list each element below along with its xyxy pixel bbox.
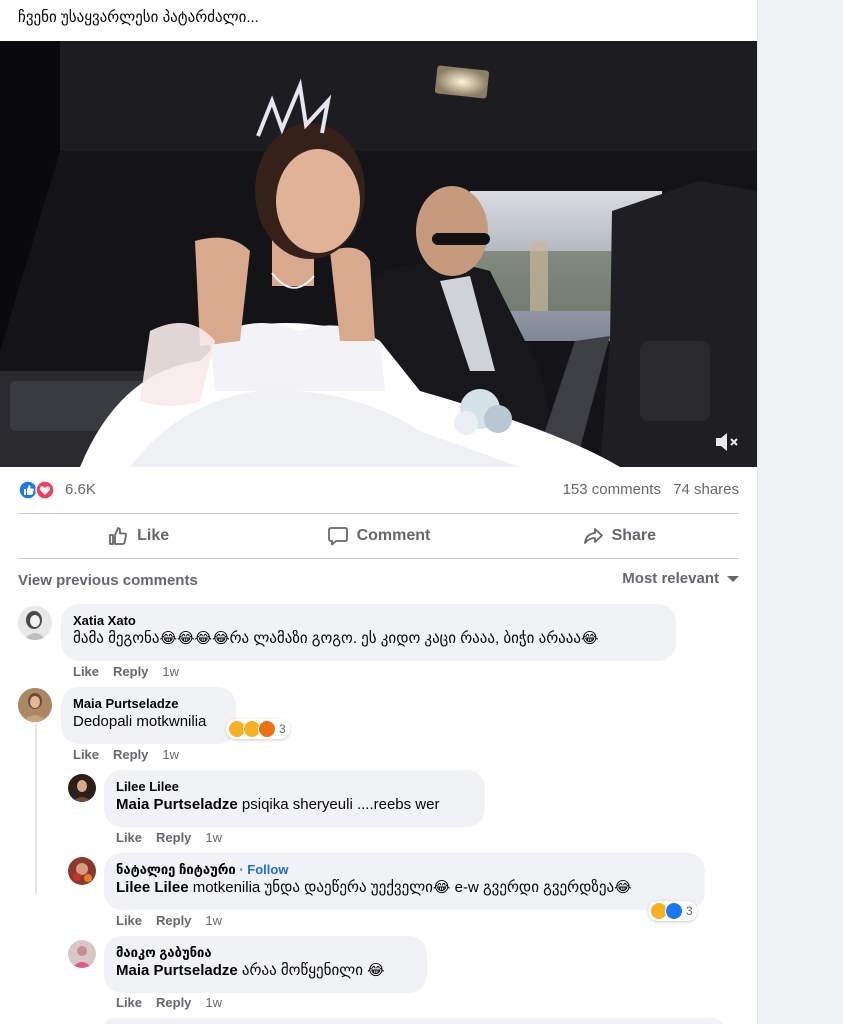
- comment-meta: Like Reply 1w: [73, 747, 193, 762]
- follow-link[interactable]: · Follow: [239, 862, 288, 877]
- avatar[interactable]: [68, 774, 96, 802]
- avatar[interactable]: [18, 688, 52, 722]
- reply-bubble: ნატალიე ჩიტაური · Follow Lilee Lilee mot…: [104, 853, 705, 910]
- reply-like-button[interactable]: Like: [116, 995, 142, 1010]
- comment-timestamp[interactable]: 1w: [162, 664, 179, 679]
- share-arrow-icon: [583, 528, 603, 544]
- reactions-count[interactable]: 6.6K: [65, 481, 96, 498]
- reply-timestamp[interactable]: 1w: [205, 913, 222, 928]
- share-button[interactable]: Share: [499, 514, 739, 558]
- profile-photo-icon: [68, 774, 96, 802]
- post-video[interactable]: [0, 41, 757, 467]
- comment-bubble: Maia Purtseladze Dedopali motkwnilia: [61, 687, 236, 744]
- reaction-count: 3: [279, 722, 286, 736]
- reply-bubble: [104, 1018, 724, 1024]
- reply-meta: Like Reply 1w: [116, 913, 236, 928]
- reply-author[interactable]: Lilee Lilee: [116, 778, 473, 795]
- sort-label: Most relevant: [622, 570, 719, 587]
- facebook-post: ჩვენი უსაყვარლესი პატარძალი... 6.6K 153 …: [0, 0, 757, 1024]
- mention-link[interactable]: Maia Purtseladze: [116, 962, 238, 979]
- speech-bubble-icon: [327, 527, 348, 546]
- reply-timestamp[interactable]: 1w: [205, 995, 222, 1010]
- profile-photo-icon: [68, 857, 96, 885]
- avatar[interactable]: [68, 857, 96, 885]
- reply-reply-button[interactable]: Reply: [156, 830, 191, 845]
- comment-text: მამა მეგონა😂😂😂😂რა ლამაზი გოგო. ეს კიდო კ…: [73, 630, 599, 647]
- avatar[interactable]: [68, 940, 96, 968]
- page-background: [757, 0, 843, 1024]
- reply-bubble: Lilee Lilee Maia Purtseladze psiqika she…: [104, 770, 485, 827]
- video-frame-illustration: [0, 41, 757, 467]
- reply-bubble: მაიკო გაბუნია Maia Purtseladze არაა მოწყ…: [104, 936, 427, 993]
- reply-meta: Like Reply 1w: [116, 995, 236, 1010]
- post-caption: ჩვენი უსაყვარლესი პატარძალი...: [18, 9, 259, 26]
- reply-like-button[interactable]: Like: [116, 913, 142, 928]
- shares-count[interactable]: 74 shares: [673, 481, 739, 498]
- mention-link[interactable]: Maia Purtseladze: [116, 796, 238, 813]
- comment-reactions[interactable]: 3: [226, 719, 290, 739]
- reply-author[interactable]: ნატალიე ჩიტაური: [116, 862, 236, 877]
- comment-like-button[interactable]: Like: [73, 664, 99, 679]
- reply-meta: Like Reply 1w: [116, 830, 236, 845]
- like-label: Like: [137, 527, 170, 544]
- comment-author[interactable]: Xatia Xato: [73, 612, 664, 629]
- reaction-icons[interactable]: [18, 480, 62, 500]
- chevron-down-icon: [727, 575, 739, 582]
- share-label: Share: [611, 527, 657, 544]
- avatar[interactable]: [18, 606, 52, 640]
- comments-count[interactable]: 153 comments: [563, 481, 661, 498]
- reply-text: არაა მოწყენილი 😂: [241, 962, 385, 979]
- reply-reply-button[interactable]: Reply: [156, 995, 191, 1010]
- comment-timestamp[interactable]: 1w: [162, 747, 179, 762]
- thumbs-up-icon: [109, 527, 128, 545]
- profile-photo-icon: [18, 688, 52, 722]
- reaction-count: 3: [686, 904, 693, 918]
- comment-meta: Like Reply 1w: [73, 664, 193, 679]
- mute-button[interactable]: [713, 429, 741, 455]
- reply-text: psiqika sheryeuli ....reebs wer: [241, 796, 440, 813]
- thread-line: [35, 724, 37, 894]
- reply-reply-button[interactable]: Reply: [156, 913, 191, 928]
- like-button[interactable]: Like: [18, 514, 258, 558]
- comment-button[interactable]: Comment: [258, 514, 498, 558]
- profile-photo-icon: [18, 606, 52, 640]
- post-actions: Like Comment Share: [18, 514, 739, 558]
- comment-reply-button[interactable]: Reply: [113, 664, 148, 679]
- reply-like-button[interactable]: Like: [116, 830, 142, 845]
- angry-reaction-icon: [258, 720, 276, 738]
- divider: [18, 558, 739, 559]
- reply-timestamp[interactable]: 1w: [205, 830, 222, 845]
- comment-text: Dedopali motkwnilia: [73, 713, 207, 730]
- reply-author[interactable]: მაიკო გაბუნია: [116, 944, 415, 961]
- reply-reactions[interactable]: 3: [648, 901, 697, 921]
- comment-like-button[interactable]: Like: [73, 747, 99, 762]
- profile-photo-icon: [68, 940, 96, 968]
- comment-author[interactable]: Maia Purtseladze: [73, 695, 224, 712]
- comment-sort-dropdown[interactable]: Most relevant: [622, 570, 739, 587]
- comment-bubble: Xatia Xato მამა მეგონა😂😂😂😂რა ლამაზი გოგო…: [61, 604, 676, 661]
- reply-text: motkenilia უნდა დაეწერა უექველი😂 e-w გვე…: [192, 879, 632, 896]
- view-previous-comments-link[interactable]: View previous comments: [18, 572, 198, 589]
- comment-reply-button[interactable]: Reply: [113, 747, 148, 762]
- speaker-muted-icon: [716, 433, 738, 451]
- mention-link[interactable]: Lilee Lilee: [116, 879, 189, 896]
- comment-label: Comment: [356, 527, 431, 544]
- post-stats: 6.6K 153 comments 74 shares: [18, 478, 739, 502]
- comments-header: View previous comments Most relevant: [18, 570, 739, 592]
- like-reaction-icon: [665, 902, 683, 920]
